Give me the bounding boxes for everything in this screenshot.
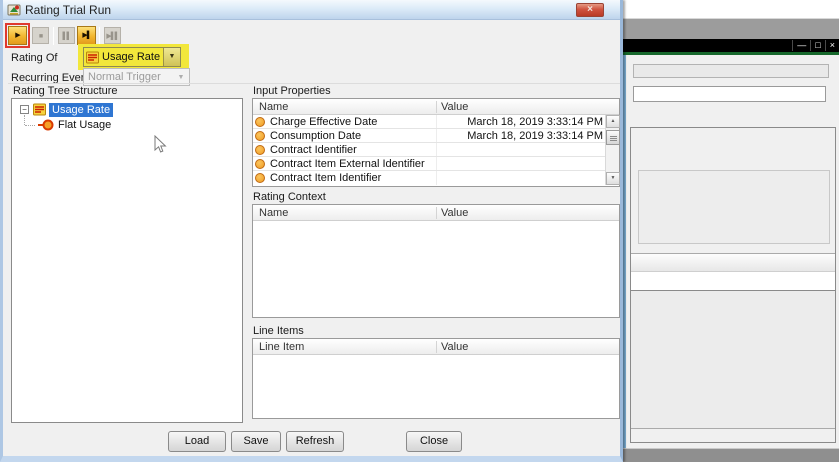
chevron-down-icon: ▼ [173,74,189,81]
dialog-title: Rating Trial Run [25,3,111,17]
table-row[interactable]: Contract Item External Identifier [253,157,619,171]
tree-connector [25,125,35,126]
usage-rate-icon [33,103,46,116]
property-name: Contract Item External Identifier [270,158,425,170]
rating-of-value: Usage Rate [99,51,163,63]
rating-context-table: Name Value [252,204,620,318]
chevron-down-icon[interactable]: ▼ [163,48,180,66]
property-name: Charge Effective Date [270,116,377,128]
dialog-titlebar[interactable]: Rating Trial Run × [3,0,620,20]
recurring-event-value: Normal Trigger [84,71,173,83]
table-row[interactable]: Contract Identifier [253,143,619,157]
background-window-titlebar: — □ × [623,39,839,52]
screenshot-stage: — □ × Rating Trial Run [0,0,839,462]
background-text-input[interactable] [633,86,826,102]
value-column-header[interactable]: Value [441,207,468,219]
dialog-close-button[interactable]: × [576,3,604,17]
input-properties-title: Input Properties [253,85,331,97]
table-header[interactable]: Name Value [253,205,619,221]
table-header[interactable]: Name Value [253,99,619,115]
property-value[interactable]: March 18, 2019 3:33:14 PM [437,116,603,128]
background-field-disabled [633,64,829,78]
usage-rate-icon [86,51,99,64]
tree-node-label: Flat Usage [58,119,111,131]
tree-connector [24,115,25,125]
column-divider [436,171,437,185]
tree-node-flat-usage[interactable]: Flat Usage [38,117,111,132]
background-gray-bar [623,19,839,39]
play-button[interactable]: ▶ [8,26,27,45]
load-button[interactable]: Load [168,431,226,452]
close-button[interactable]: Close [406,431,462,452]
property-icon [255,173,265,183]
flat-usage-icon [38,119,54,131]
rating-of-label: Rating Of [11,52,57,64]
name-column-header[interactable]: Name [259,207,288,219]
background-inner-panel [638,170,830,244]
app-icon [7,3,21,17]
column-divider [436,101,437,113]
property-name: Consumption Date [270,130,361,142]
table-row[interactable]: Contract Item Identifier [253,171,619,185]
column-divider [436,341,437,353]
tree-collapse-toggle[interactable]: − [20,105,29,114]
tree-node-label: Usage Rate [49,103,113,117]
background-table-row [631,272,835,291]
scrollbar-thumb[interactable] [606,130,620,145]
close-icon[interactable]: × [825,40,839,51]
line-items-title: Line Items [253,325,304,337]
background-table-header [631,253,835,272]
background-content-area [631,291,835,429]
value-column-header[interactable]: Value [441,341,468,353]
background-window-body [623,55,839,448]
rating-of-dropdown[interactable]: Usage Rate ▼ [83,47,181,67]
background-panel [630,127,836,443]
background-window: — □ × [623,0,839,462]
table-row[interactable]: Charge Effective Date March 18, 2019 3:3… [253,115,619,129]
section-separator [8,83,620,84]
property-icon [255,145,265,155]
column-divider [436,207,437,219]
rating-context-title: Rating Context [253,191,326,203]
save-button[interactable]: Save [231,431,281,452]
background-bottom-edge [623,448,839,462]
input-properties-table: Name Value Charge Effective Date March 1… [252,98,620,187]
line-item-column-header[interactable]: Line Item [259,341,304,353]
toolbar-separator [99,27,100,45]
property-icon [255,159,265,169]
minimize-icon[interactable]: — [792,40,810,51]
name-column-header[interactable]: Name [259,101,288,113]
stop-button: ■ [32,27,49,44]
tree-node-usage-rate[interactable]: Usage Rate [33,102,113,117]
property-name: Contract Identifier [270,144,357,156]
property-icon [255,117,265,127]
property-value[interactable]: March 18, 2019 3:33:14 PM [437,130,603,142]
table-header[interactable]: Line Item Value [253,339,619,355]
tree-panel-title: Rating Tree Structure [13,85,118,97]
scroll-up-icon[interactable]: ▲ [606,115,620,128]
column-divider [436,157,437,170]
property-name: Contract Item Identifier [270,172,381,184]
toolbar-separator [53,27,54,45]
property-icon [255,131,265,141]
step-forward-button: ▶▌▌ [104,27,121,44]
line-items-table: Line Item Value [252,338,620,419]
rating-tree[interactable]: − Usage Rate Flat Usage [11,98,243,423]
scroll-down-icon[interactable]: ▼ [606,172,620,185]
refresh-button[interactable]: Refresh [286,431,344,452]
column-divider [436,143,437,156]
maximize-icon[interactable]: □ [810,40,824,51]
table-row[interactable]: Consumption Date March 18, 2019 3:33:14 … [253,129,619,143]
background-top-strip [623,0,839,19]
rating-trial-run-dialog: Rating Trial Run × ▶ ■ ▌▌ ▶▌ ▶▌▌ Rating … [0,0,623,462]
skip-next-button[interactable]: ▶▌ [77,26,96,45]
vertical-scrollbar[interactable]: ▲ ▼ [605,115,619,185]
pause-button: ▌▌ [58,27,75,44]
value-column-header[interactable]: Value [441,101,468,113]
